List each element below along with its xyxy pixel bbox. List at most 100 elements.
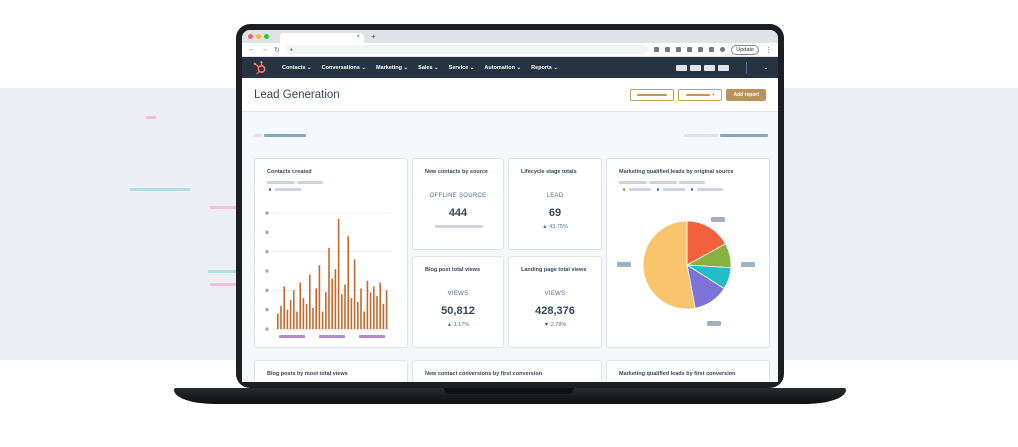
lock-icon: ● <box>289 46 293 53</box>
bar <box>302 298 305 329</box>
legend-placeholder <box>275 188 301 191</box>
card-title: Blog posts by most total views <box>267 371 348 377</box>
extension-icon[interactable] <box>698 47 704 52</box>
kpi-value: 444 <box>448 207 468 219</box>
bar <box>331 278 333 329</box>
bar <box>337 218 340 329</box>
y-axis-tick <box>265 230 269 235</box>
extension-icon[interactable] <box>687 47 693 52</box>
button-label-placeholder <box>637 93 668 96</box>
filter-row <box>242 112 778 150</box>
kpi-delta-value: 1.17% <box>453 322 470 328</box>
account-chevron-down-icon[interactable]: ⌄ <box>764 65 768 71</box>
slice-label-placeholder <box>711 217 725 222</box>
nav-marketing[interactable]: Marketing ⌄ <box>376 65 408 71</box>
nav-divider <box>745 61 747 74</box>
bar <box>360 288 362 329</box>
close-tab-icon[interactable]: × <box>356 34 360 40</box>
bar <box>280 305 282 329</box>
nav-reports[interactable]: Reports ⌄ <box>531 65 558 71</box>
y-axis-tick <box>265 269 269 273</box>
filter-placeholder[interactable] <box>684 134 718 137</box>
slice-label-placeholder <box>617 262 631 267</box>
forward-icon[interactable]: → <box>261 46 268 53</box>
bar <box>369 292 372 329</box>
nav-sales[interactable]: Sales ⌄ <box>418 65 439 71</box>
legend-dot <box>623 188 625 191</box>
x-label-placeholder <box>279 335 305 338</box>
lifecycle-card[interactable]: Lifecycle stage totals LEAD 69 ▲ 43.75% <box>508 158 602 250</box>
landing-views-card[interactable]: Landing page total views VIEWS 428,376 ▼… <box>508 256 602 348</box>
mql-pie-chart[interactable] <box>613 209 765 339</box>
add-report-button[interactable]: Add report <box>726 88 766 101</box>
minimize-window-icon[interactable] <box>256 34 261 39</box>
stage: × + ← → ↻ ● Update ⋮ Contacts ⌄ Conversa… <box>0 0 1018 447</box>
legend-placeholder <box>697 188 723 191</box>
button-label-placeholder <box>686 93 711 96</box>
kpi-delta: ▲ 43.75% <box>509 224 601 230</box>
legend-dot <box>691 188 693 191</box>
mql-source-card[interactable]: Marketing qualified leads by original so… <box>606 158 770 348</box>
bar <box>305 303 308 329</box>
kpi-delta-value: 2.78% <box>550 322 567 328</box>
reload-icon[interactable]: ↻ <box>274 46 280 54</box>
nav-conversations[interactable]: Conversations ⌄ <box>322 65 366 71</box>
address-bar[interactable]: ● <box>285 45 649 54</box>
nav-service[interactable]: Service ⌄ <box>449 65 475 71</box>
filter-placeholder[interactable] <box>720 134 768 137</box>
browser-tab[interactable]: × <box>280 33 364 43</box>
y-axis-tick <box>265 327 269 331</box>
bookmark-icon[interactable] <box>665 47 671 52</box>
nav-automation[interactable]: Automation ⌄ <box>484 65 521 71</box>
nav-utility-button[interactable] <box>675 64 687 71</box>
nav-contacts[interactable]: Contacts ⌄ <box>282 65 312 71</box>
nav-utility-button[interactable] <box>717 64 729 71</box>
hubspot-logo-icon[interactable] <box>252 60 268 76</box>
top-nav: Contacts ⌄ Conversations ⌄ Marketing ⌄ S… <box>242 57 778 78</box>
kpi-value: 428,376 <box>535 305 575 317</box>
text-placeholder <box>649 181 677 184</box>
update-button[interactable]: Update <box>731 44 759 55</box>
legend-dot <box>657 188 659 191</box>
bar <box>318 265 321 329</box>
maximize-window-icon[interactable] <box>264 34 269 39</box>
nav-utility-button[interactable] <box>689 64 701 71</box>
contacts-created-card[interactable]: Contacts created <box>254 158 408 348</box>
blog-most-views-card[interactable]: Blog posts by most total views <box>254 360 408 382</box>
puzzle-icon[interactable] <box>709 47 715 52</box>
card-title: Contacts created <box>267 169 312 175</box>
text-placeholder <box>619 181 647 184</box>
header-dropdown-button[interactable]: ▾ <box>678 88 723 101</box>
bar <box>347 236 349 329</box>
conversions-card[interactable]: New contact conversions by first convers… <box>412 360 602 382</box>
kpi-label: VIEWS <box>544 291 566 297</box>
bar <box>296 311 298 329</box>
bar <box>344 284 346 329</box>
kpi-delta: ▼ 2.78% <box>509 322 601 328</box>
bar <box>321 311 324 329</box>
close-window-icon[interactable] <box>248 34 253 39</box>
kpi-value: 50,812 <box>441 305 475 317</box>
y-axis-tick <box>265 249 269 254</box>
date-filter-placeholder[interactable] <box>264 134 306 137</box>
new-contacts-card[interactable]: New contacts by source OFFLINE SOURCE 44… <box>412 158 504 250</box>
profile-icon[interactable] <box>720 47 726 52</box>
page-title: Lead Generation <box>254 88 340 101</box>
share-icon[interactable] <box>654 47 660 52</box>
filter-placeholder[interactable] <box>254 134 262 137</box>
x-label-placeholder <box>319 335 345 338</box>
blog-views-card[interactable]: Blog post total views VIEWS 50,812 ▲ 1.1… <box>412 256 504 348</box>
back-icon[interactable]: ← <box>248 46 255 53</box>
new-tab-button[interactable]: + <box>371 32 376 41</box>
extension-icon[interactable] <box>676 47 682 52</box>
contacts-bar-chart[interactable] <box>263 203 403 348</box>
triangle-down-icon: ▼ <box>543 322 550 328</box>
text-placeholder <box>435 225 483 228</box>
nav-utility-button[interactable] <box>703 64 715 71</box>
slice-label-placeholder <box>707 321 721 326</box>
y-axis-tick <box>265 211 269 215</box>
menu-dots-icon[interactable]: ⋮ <box>765 46 772 54</box>
header-action-button[interactable] <box>630 88 675 101</box>
kpi-label: VIEWS <box>447 291 469 297</box>
mql-first-card[interactable]: Marketing qualified leads by first conve… <box>606 360 770 382</box>
